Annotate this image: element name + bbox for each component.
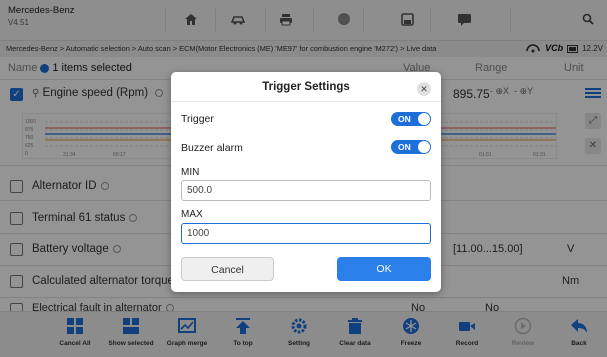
toggle-knob <box>418 141 430 153</box>
trigger-settings-dialog: Trigger Settings ✕ Trigger ON Buzzer ala… <box>171 72 441 292</box>
buzzer-alarm-toggle[interactable]: ON <box>391 140 431 154</box>
app-window: Mercedes-Benz V4.51 Mercedes-Benz > Auto… <box>0 0 607 357</box>
buzzer-alarm-label: Buzzer alarm <box>181 142 243 154</box>
trigger-state: ON <box>398 114 411 124</box>
max-input[interactable]: 1000 <box>181 223 431 244</box>
close-icon[interactable]: ✕ <box>417 82 431 96</box>
dialog-divider <box>171 101 441 102</box>
ok-button[interactable]: OK <box>337 257 431 281</box>
max-label: MAX <box>181 209 203 220</box>
toggle-knob <box>418 113 430 125</box>
dialog-title: Trigger Settings <box>262 81 350 93</box>
min-input[interactable]: 500.0 <box>181 180 431 201</box>
min-label: MIN <box>181 167 200 178</box>
trigger-toggle[interactable]: ON <box>391 112 431 126</box>
buzzer-state: ON <box>398 142 411 152</box>
trigger-label: Trigger <box>181 113 214 125</box>
cancel-button[interactable]: Cancel <box>181 257 274 281</box>
